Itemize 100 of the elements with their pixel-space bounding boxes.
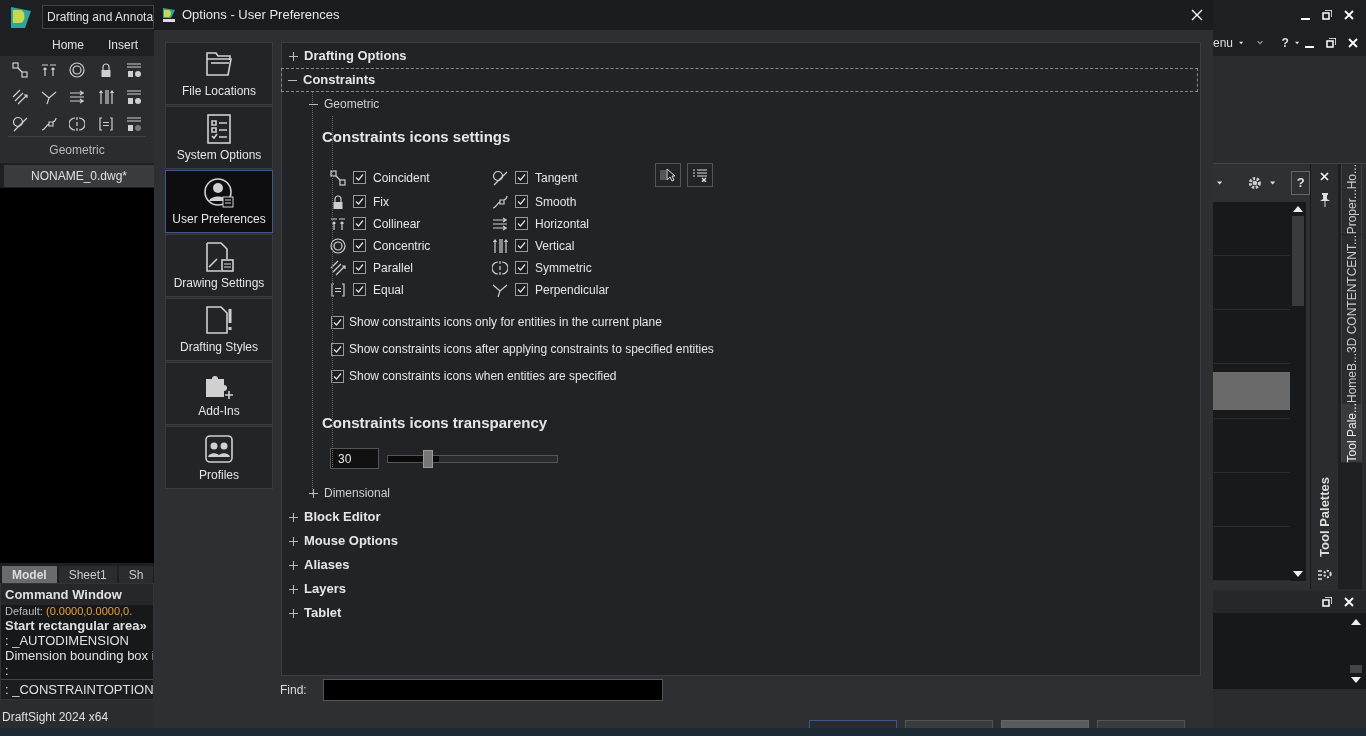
scrollbar-thumb[interactable] — [1350, 665, 1362, 673]
transparency-field[interactable]: 30 — [330, 448, 379, 469]
nav-item[interactable]: System Options — [165, 106, 273, 169]
vertical-icon — [492, 237, 508, 254]
tree-item[interactable]: Aliases — [282, 553, 1198, 577]
checkbox[interactable] — [353, 261, 366, 274]
document-icon — [203, 241, 235, 273]
find-field[interactable] — [322, 679, 663, 701]
checkbox-label: Symmetric — [535, 259, 592, 277]
tree-item[interactable]: Mouse Options — [282, 529, 1198, 553]
restore-icon[interactable] — [1322, 10, 1332, 20]
tree-item[interactable]: Constraints — [281, 68, 1198, 92]
layout-tab[interactable]: Sheet1 — [58, 566, 117, 583]
expand-icon[interactable] — [289, 560, 298, 570]
scroll-up-icon[interactable] — [1293, 206, 1303, 212]
tree-item[interactable]: Tablet — [282, 601, 1198, 625]
ribbon-tab[interactable]: Insert — [108, 36, 139, 54]
expand-icon[interactable] — [289, 608, 298, 618]
command-input[interactable]: : _CONSTRAINTOPTION — [1, 679, 153, 699]
caret-icon[interactable] — [1217, 181, 1223, 185]
checkbox[interactable] — [353, 171, 366, 184]
checkbox[interactable] — [353, 195, 366, 208]
checkbox[interactable] — [515, 195, 528, 208]
caret-icon[interactable] — [1270, 181, 1276, 185]
settings-icon[interactable] — [1248, 174, 1262, 192]
logo-icon — [8, 4, 34, 30]
checkbox[interactable] — [515, 261, 528, 274]
expand-icon[interactable] — [289, 584, 298, 594]
workspace-field[interactable]: Drafting and Annota — [42, 5, 154, 29]
side-tab[interactable]: Tool Pale... — [1341, 402, 1362, 463]
tree-item[interactable]: Geometric — [282, 92, 1198, 116]
checkbox[interactable] — [331, 369, 344, 383]
restore-icon[interactable] — [1326, 38, 1336, 48]
checkbox-label: Coincident — [373, 169, 430, 187]
tree-item[interactable]: Drafting Options — [282, 44, 1198, 68]
expand-icon[interactable] — [289, 536, 298, 546]
close-icon[interactable] — [1348, 38, 1358, 48]
coincident-icon — [12, 62, 28, 78]
select-entities-button[interactable] — [655, 162, 681, 187]
parallel-icon — [330, 259, 346, 276]
close-icon[interactable] — [1344, 597, 1354, 607]
clear-list-button[interactable] — [687, 162, 713, 187]
nav-item[interactable]: User Preferences — [165, 170, 273, 233]
scroll-up-icon[interactable] — [1351, 619, 1361, 625]
side-tab[interactable]: Ho... — [1341, 164, 1362, 190]
command-line: : — [5, 663, 10, 678]
side-tab[interactable]: Proper... — [1341, 189, 1362, 235]
checkbox[interactable] — [515, 171, 528, 184]
expand-icon[interactable] — [289, 512, 298, 522]
nav-item[interactable]: Add-Ins — [165, 362, 273, 425]
checkbox[interactable] — [515, 283, 528, 296]
side-tab[interactable]: 3D CONTENTCENT... — [1341, 234, 1362, 353]
checkbox-label: Equal — [373, 281, 404, 299]
chevron-down-icon[interactable] — [1257, 39, 1264, 47]
nav-item[interactable]: Profiles — [165, 426, 273, 489]
layout-tab[interactable]: Model — [2, 566, 57, 583]
checkbox-label: Perpendicular — [535, 281, 610, 299]
nav-item[interactable]: Drafting Styles — [165, 298, 273, 361]
close-icon[interactable] — [1344, 10, 1354, 20]
caret-icon[interactable] — [1239, 41, 1244, 45]
layout-tab[interactable]: Sh — [118, 566, 154, 583]
scroll-down-icon[interactable] — [1351, 677, 1361, 683]
tree-item[interactable]: Dimensional — [282, 481, 1198, 505]
help-icon[interactable]: ? — [1281, 34, 1289, 52]
checkbox[interactable] — [331, 315, 344, 329]
command-line: Start rectangular area» — [5, 618, 148, 633]
app-logo-icon — [162, 7, 176, 23]
restore-icon[interactable] — [1322, 597, 1332, 607]
caret-icon[interactable] — [1294, 41, 1299, 45]
checkbox[interactable] — [353, 217, 366, 230]
window-title: Options - User Preferences — [182, 6, 340, 25]
pin-icon[interactable] — [1319, 193, 1330, 207]
transparency-slider[interactable] — [387, 449, 558, 468]
panel-label: Geometric — [8, 136, 146, 159]
close-icon[interactable] — [1320, 172, 1329, 181]
lock-icon — [126, 89, 143, 105]
side-tab[interactable]: HomeB... — [1341, 352, 1362, 403]
checkbox[interactable] — [353, 239, 366, 252]
scroll-down-icon[interactable] — [1293, 571, 1303, 577]
checkbox[interactable] — [515, 239, 528, 252]
coincident-icon — [330, 169, 346, 186]
document-tab[interactable]: NONAME_0.dwg* — [4, 164, 154, 187]
nav-item[interactable]: File Locations — [165, 42, 273, 105]
expand-icon[interactable] — [289, 51, 298, 61]
nav-item[interactable]: Drawing Settings — [165, 234, 273, 297]
checkbox-label: Parallel — [373, 259, 414, 277]
help-button[interactable]: ? — [1291, 171, 1310, 195]
tree-item[interactable]: Layers — [282, 577, 1198, 601]
menu-label[interactable]: enu — [1213, 34, 1234, 52]
collinear-icon — [40, 62, 57, 78]
checkbox[interactable] — [353, 283, 366, 296]
checkbox[interactable] — [515, 217, 528, 230]
scrollbar-thumb[interactable] — [1292, 216, 1304, 306]
slider-thumb[interactable] — [423, 449, 434, 468]
tree-item[interactable]: Block Editor — [282, 505, 1198, 529]
palette-settings-icon[interactable] — [1317, 569, 1332, 581]
ribbon-tab[interactable]: Home — [52, 36, 84, 54]
checkbox[interactable] — [331, 342, 344, 356]
expand-icon[interactable] — [309, 488, 318, 498]
close-icon[interactable] — [1191, 9, 1203, 21]
